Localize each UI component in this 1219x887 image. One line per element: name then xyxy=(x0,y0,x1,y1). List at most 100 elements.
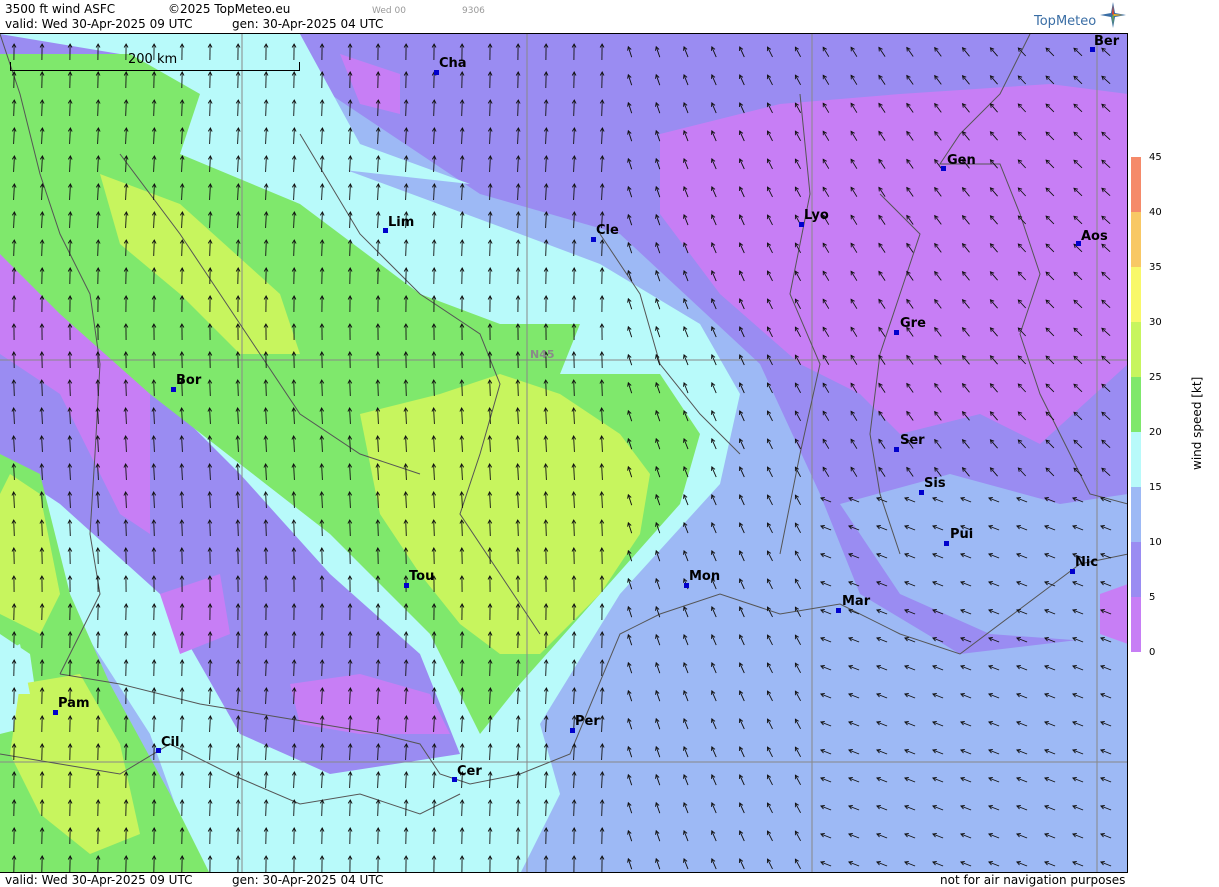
wind-arrow xyxy=(125,239,127,257)
wind-arrow xyxy=(517,519,519,537)
wind-arrow xyxy=(517,239,519,257)
wind-arrow xyxy=(601,799,603,817)
wind-arrow xyxy=(405,99,407,117)
city-label: Per xyxy=(575,714,600,729)
wind-arrow xyxy=(405,799,407,817)
legend-tick: 10 xyxy=(1149,537,1162,548)
wind-arrow xyxy=(69,519,71,537)
city-label: Mon xyxy=(689,569,721,584)
wind-arrow xyxy=(349,379,351,397)
wind-arrow xyxy=(573,519,575,537)
wind-arrow xyxy=(13,239,15,257)
wind-arrow xyxy=(517,99,519,117)
legend-tick: 15 xyxy=(1149,482,1162,493)
scale-label: 200 km xyxy=(128,52,178,67)
wind-arrow xyxy=(461,659,463,677)
legend-tick: 40 xyxy=(1149,207,1162,218)
wind-arrow xyxy=(405,239,407,257)
wind-arrow xyxy=(209,239,211,257)
city-marker xyxy=(941,166,946,171)
wind-arrow xyxy=(97,239,99,257)
wind-arrow xyxy=(461,799,463,817)
wind-arrow xyxy=(433,799,435,817)
footer-valid-time: valid: Wed 30-Apr-2025 09 UTC xyxy=(5,873,193,887)
topmeteo-logo: TopMeteo xyxy=(1034,14,1097,29)
wind-arrow xyxy=(41,99,43,117)
wind-arrow xyxy=(265,799,267,817)
city-label: Cer xyxy=(457,764,482,779)
wind-arrow xyxy=(153,379,155,397)
city-label: Pam xyxy=(58,696,90,711)
city-label: Sis xyxy=(924,476,946,491)
legend-band-30-35 xyxy=(1131,267,1141,322)
wind-arrow xyxy=(97,519,99,537)
wind-arrow xyxy=(69,239,71,257)
wind-arrow xyxy=(209,799,211,817)
wind-arrow xyxy=(377,799,379,817)
legend-tick: 35 xyxy=(1149,262,1162,273)
wind-arrow xyxy=(349,659,351,677)
wind-arrow xyxy=(433,659,435,677)
wind-arrow xyxy=(517,659,519,677)
wind-arrow xyxy=(601,239,603,257)
wind-arrow xyxy=(265,379,267,397)
wind-arrow xyxy=(545,519,547,537)
wind-arrow xyxy=(349,799,351,817)
wind-arrow xyxy=(209,659,211,677)
wind-arrow xyxy=(601,519,603,537)
product-title: 3500 ft wind ASFC xyxy=(5,2,116,16)
wind-map: 200 km N45 Cha Ber Gen Lim Cle Lyo Aos G… xyxy=(0,33,1128,873)
wind-arrow xyxy=(377,659,379,677)
wind-arrow xyxy=(377,239,379,257)
wind-arrow xyxy=(293,379,295,397)
wind-arrow xyxy=(349,99,351,117)
wind-arrow xyxy=(125,99,127,117)
footer-generation-time: gen: 30-Apr-2025 04 UTC xyxy=(232,873,384,887)
wind-arrow xyxy=(321,99,323,117)
wind-arrow xyxy=(433,519,435,537)
legend-tick: 25 xyxy=(1149,372,1162,383)
wind-arrow xyxy=(237,99,239,117)
wind-arrow xyxy=(125,379,127,397)
wind-arrow xyxy=(265,99,267,117)
wind-arrow xyxy=(153,239,155,257)
wind-arrow xyxy=(321,659,323,677)
legend-tick: 0 xyxy=(1149,647,1156,658)
city-label: Aos xyxy=(1081,229,1108,244)
city-label: Tou xyxy=(409,569,435,584)
city-marker xyxy=(836,608,841,613)
wind-arrow xyxy=(601,99,603,117)
wind-arrow xyxy=(293,659,295,677)
wind-arrow xyxy=(209,99,211,117)
city-label: Cle xyxy=(596,223,619,238)
city-label: Cil xyxy=(161,735,180,750)
wind-arrow xyxy=(349,239,351,257)
wind-arrow xyxy=(349,519,351,537)
wind-arrow xyxy=(293,519,295,537)
valid-short: Wed 00 xyxy=(372,6,406,16)
legend-tick: 45 xyxy=(1149,152,1162,163)
wind-arrow xyxy=(573,379,575,397)
city-label: Mar xyxy=(842,594,871,609)
wind-band-0-5-east xyxy=(1100,584,1127,644)
wind-arrow xyxy=(209,379,211,397)
wind-arrow xyxy=(377,379,379,397)
wind-arrow xyxy=(153,519,155,537)
city-marker xyxy=(894,330,899,335)
city-label: Gre xyxy=(900,316,926,331)
wind-arrow xyxy=(181,519,183,537)
wind-arrow xyxy=(461,519,463,537)
wind-arrow xyxy=(237,379,239,397)
wind-arrow xyxy=(69,379,71,397)
wind-arrow xyxy=(97,99,99,117)
wind-arrow xyxy=(433,379,435,397)
legend-band-35-40 xyxy=(1131,212,1141,267)
wind-arrow xyxy=(209,519,211,537)
generation-time: gen: 30-Apr-2025 04 UTC xyxy=(232,17,384,31)
wind-arrow xyxy=(293,99,295,117)
wind-arrow xyxy=(321,799,323,817)
wind-arrow xyxy=(517,799,519,817)
wind-arrow xyxy=(405,659,407,677)
wind-arrow xyxy=(153,99,155,117)
wind-arrow xyxy=(573,99,575,117)
